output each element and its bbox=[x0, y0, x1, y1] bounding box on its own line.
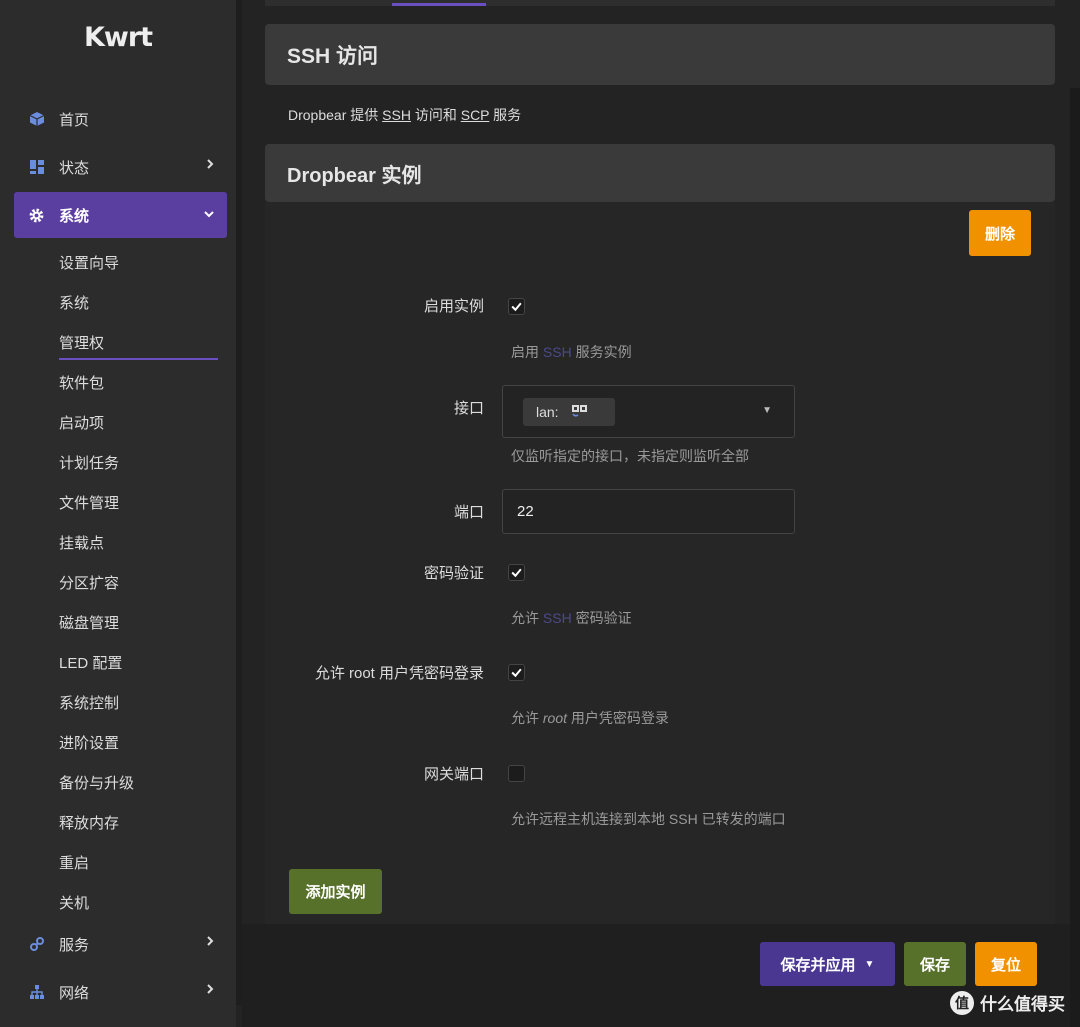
sidebar-sub-item-advanced[interactable]: 进阶设置 bbox=[59, 732, 119, 753]
checkmark-icon bbox=[511, 302, 522, 312]
interface-label: 接口 bbox=[453, 400, 484, 417]
root-password-hint: 允许 root 用户凭密码登录 bbox=[511, 708, 669, 728]
network-port-icon bbox=[571, 404, 589, 421]
sidebar-item-system[interactable]: 系统 bbox=[14, 192, 227, 238]
sidebar-item-network[interactable]: 网络 bbox=[14, 970, 227, 1014]
desc-scp-abbr: SCP bbox=[460, 107, 490, 123]
save-apply-button[interactable]: 保存并应用 ▼ bbox=[760, 942, 895, 986]
gateway-ports-label: 网关端口 bbox=[423, 766, 484, 783]
sidebar-sub-item-packages[interactable]: 软件包 bbox=[59, 372, 104, 393]
port-input[interactable]: 22 bbox=[502, 489, 795, 534]
hint-ssh-link: SSH bbox=[542, 344, 572, 360]
password-auth-label: 密码验证 bbox=[423, 565, 484, 582]
gateway-ports-checkbox[interactable] bbox=[508, 765, 525, 782]
save-button[interactable]: 保存 bbox=[904, 942, 966, 986]
save-apply-label: 保存并应用 bbox=[780, 956, 856, 974]
sidebar-sub-item-reboot[interactable]: 重启 bbox=[59, 852, 89, 873]
desc-text: 服务 bbox=[489, 107, 522, 123]
sidebar-sub-item-disks[interactable]: 磁盘管理 bbox=[59, 612, 119, 633]
checkmark-icon bbox=[511, 668, 522, 678]
section-title: Dropbear 实例 bbox=[265, 144, 1055, 202]
hint-text: 服务实例 bbox=[571, 344, 632, 360]
sidebar-item-label: 系统 bbox=[59, 207, 90, 225]
watermark-logo: 值 bbox=[950, 990, 974, 1015]
hint-text: 启用 bbox=[511, 344, 543, 360]
sidebar-sub-item-admin[interactable]: 管理权 bbox=[59, 332, 104, 353]
chevron-down-icon bbox=[203, 207, 215, 222]
enable-instance-checkbox[interactable] bbox=[508, 298, 525, 315]
dashboard-icon bbox=[28, 159, 45, 176]
site-watermark: 值 什么值得买 bbox=[950, 990, 1065, 1015]
enable-instance-label: 启用实例 bbox=[423, 298, 484, 315]
reset-button[interactable]: 复位 bbox=[975, 942, 1037, 986]
watermark-text: 什么值得买 bbox=[980, 995, 1065, 1014]
hint-text: 允许 bbox=[511, 710, 543, 726]
sidebar-sub-item-poweroff[interactable]: 关机 bbox=[59, 892, 89, 913]
port-label: 端口 bbox=[453, 504, 484, 521]
services-icon bbox=[28, 936, 45, 953]
sidebar-item-label: 首页 bbox=[59, 111, 90, 129]
chevron-right-icon bbox=[205, 935, 215, 950]
sidebar-item-label: 状态 bbox=[59, 159, 90, 177]
sidebar-sub-item-wizard[interactable]: 设置向导 bbox=[59, 252, 119, 273]
active-sub-item-indicator bbox=[59, 358, 218, 360]
root-password-label: 允许 root 用户凭密码登录 bbox=[314, 665, 484, 682]
sidebar-item-status[interactable]: 状态 bbox=[14, 145, 227, 189]
hint-ssh-link: SSH bbox=[542, 610, 572, 626]
sidebar-sub-item-crontab[interactable]: 计划任务 bbox=[59, 452, 119, 473]
cube-icon bbox=[28, 111, 45, 128]
hint-text: 密码验证 bbox=[571, 610, 632, 626]
network-icon bbox=[28, 984, 45, 1001]
page-description: Dropbear 提供 SSH 访问和 SCP 服务 bbox=[288, 105, 521, 125]
dropdown-caret-icon: ▼ bbox=[762, 405, 772, 416]
desc-text: Dropbear 提供 bbox=[288, 107, 383, 123]
active-tab-indicator bbox=[392, 3, 486, 6]
interface-chip[interactable]: lan: bbox=[523, 398, 615, 426]
desc-ssh-abbr: SSH bbox=[382, 107, 411, 123]
interface-select[interactable]: lan: ▼ bbox=[502, 385, 795, 438]
sidebar-sub-item-syscontrol[interactable]: 系统控制 bbox=[59, 692, 119, 713]
gear-icon bbox=[28, 207, 45, 224]
gateway-ports-hint: 允许远程主机连接到本地 SSH 已转发的端口 bbox=[511, 811, 786, 827]
root-password-checkbox[interactable] bbox=[508, 664, 525, 681]
app-logo[interactable]: Kwrt bbox=[0, 22, 236, 53]
page-scrollbar[interactable] bbox=[1070, 88, 1080, 1027]
hint-text: 用户凭密码登录 bbox=[567, 710, 669, 726]
desc-text: 访问和 bbox=[410, 107, 461, 123]
dropdown-caret-icon: ▼ bbox=[864, 958, 875, 970]
sidebar-item-label: 服务 bbox=[59, 936, 90, 954]
interface-hint: 仅监听指定的接口，未指定则监听全部 bbox=[511, 448, 749, 464]
page-title: SSH 访问 bbox=[265, 24, 1055, 85]
password-auth-hint: 允许 SSH 密码验证 bbox=[511, 608, 632, 628]
chevron-right-icon bbox=[205, 158, 215, 173]
interface-chip-label: lan: bbox=[536, 404, 559, 420]
add-instance-button[interactable]: 添加实例 bbox=[289, 869, 382, 914]
checkmark-icon bbox=[511, 568, 522, 578]
enable-instance-hint: 启用 SSH 服务实例 bbox=[511, 342, 632, 362]
sidebar-item-home[interactable]: 首页 bbox=[14, 97, 227, 141]
hint-root-em: root bbox=[542, 710, 568, 726]
sidebar-item-label: 网络 bbox=[59, 984, 90, 1002]
sidebar-sub-item-dropcache[interactable]: 释放内存 bbox=[59, 812, 119, 833]
delete-button[interactable]: 删除 bbox=[969, 210, 1031, 256]
hint-text: 允许 bbox=[511, 610, 543, 626]
tab-bar bbox=[265, 0, 1055, 6]
password-auth-checkbox[interactable] bbox=[508, 564, 525, 581]
chevron-right-icon bbox=[205, 983, 215, 998]
sidebar-item-services[interactable]: 服务 bbox=[14, 922, 227, 966]
sidebar-sub-item-mounts[interactable]: 挂载点 bbox=[59, 532, 104, 553]
